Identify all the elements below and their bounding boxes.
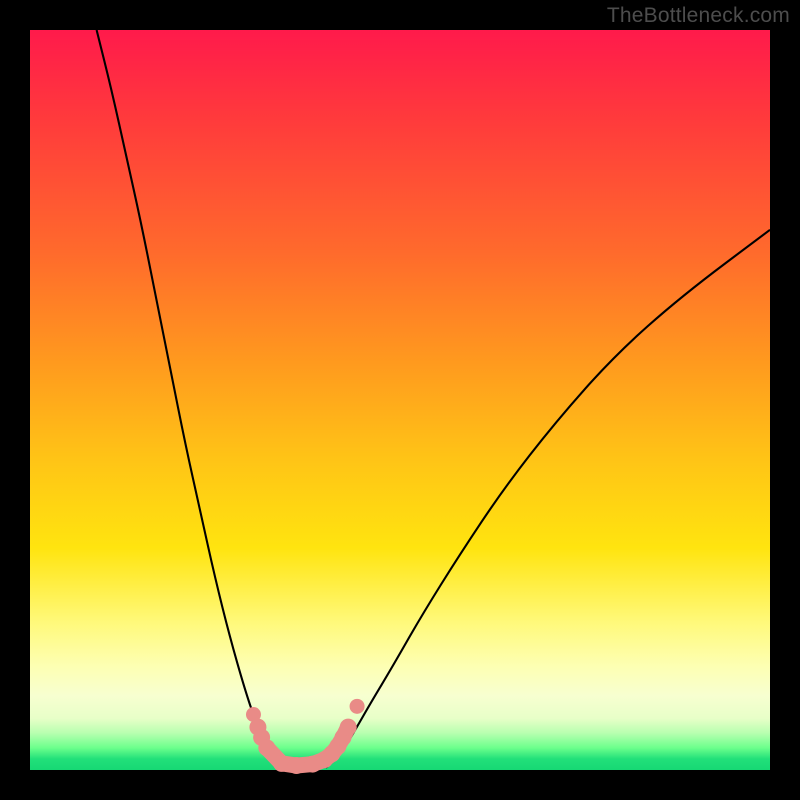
curve-right <box>326 230 770 768</box>
plot-area <box>30 30 770 770</box>
watermark-text: TheBottleneck.com <box>607 4 790 28</box>
marker-dot <box>340 719 357 736</box>
marker-dot <box>288 757 305 774</box>
marker-dot <box>273 755 290 772</box>
chart-frame: TheBottleneck.com <box>0 0 800 800</box>
marker-dot <box>258 739 275 756</box>
curve-left <box>97 30 288 768</box>
marker-group <box>246 699 365 774</box>
chart-svg <box>30 30 770 770</box>
marker-dot <box>350 699 365 714</box>
